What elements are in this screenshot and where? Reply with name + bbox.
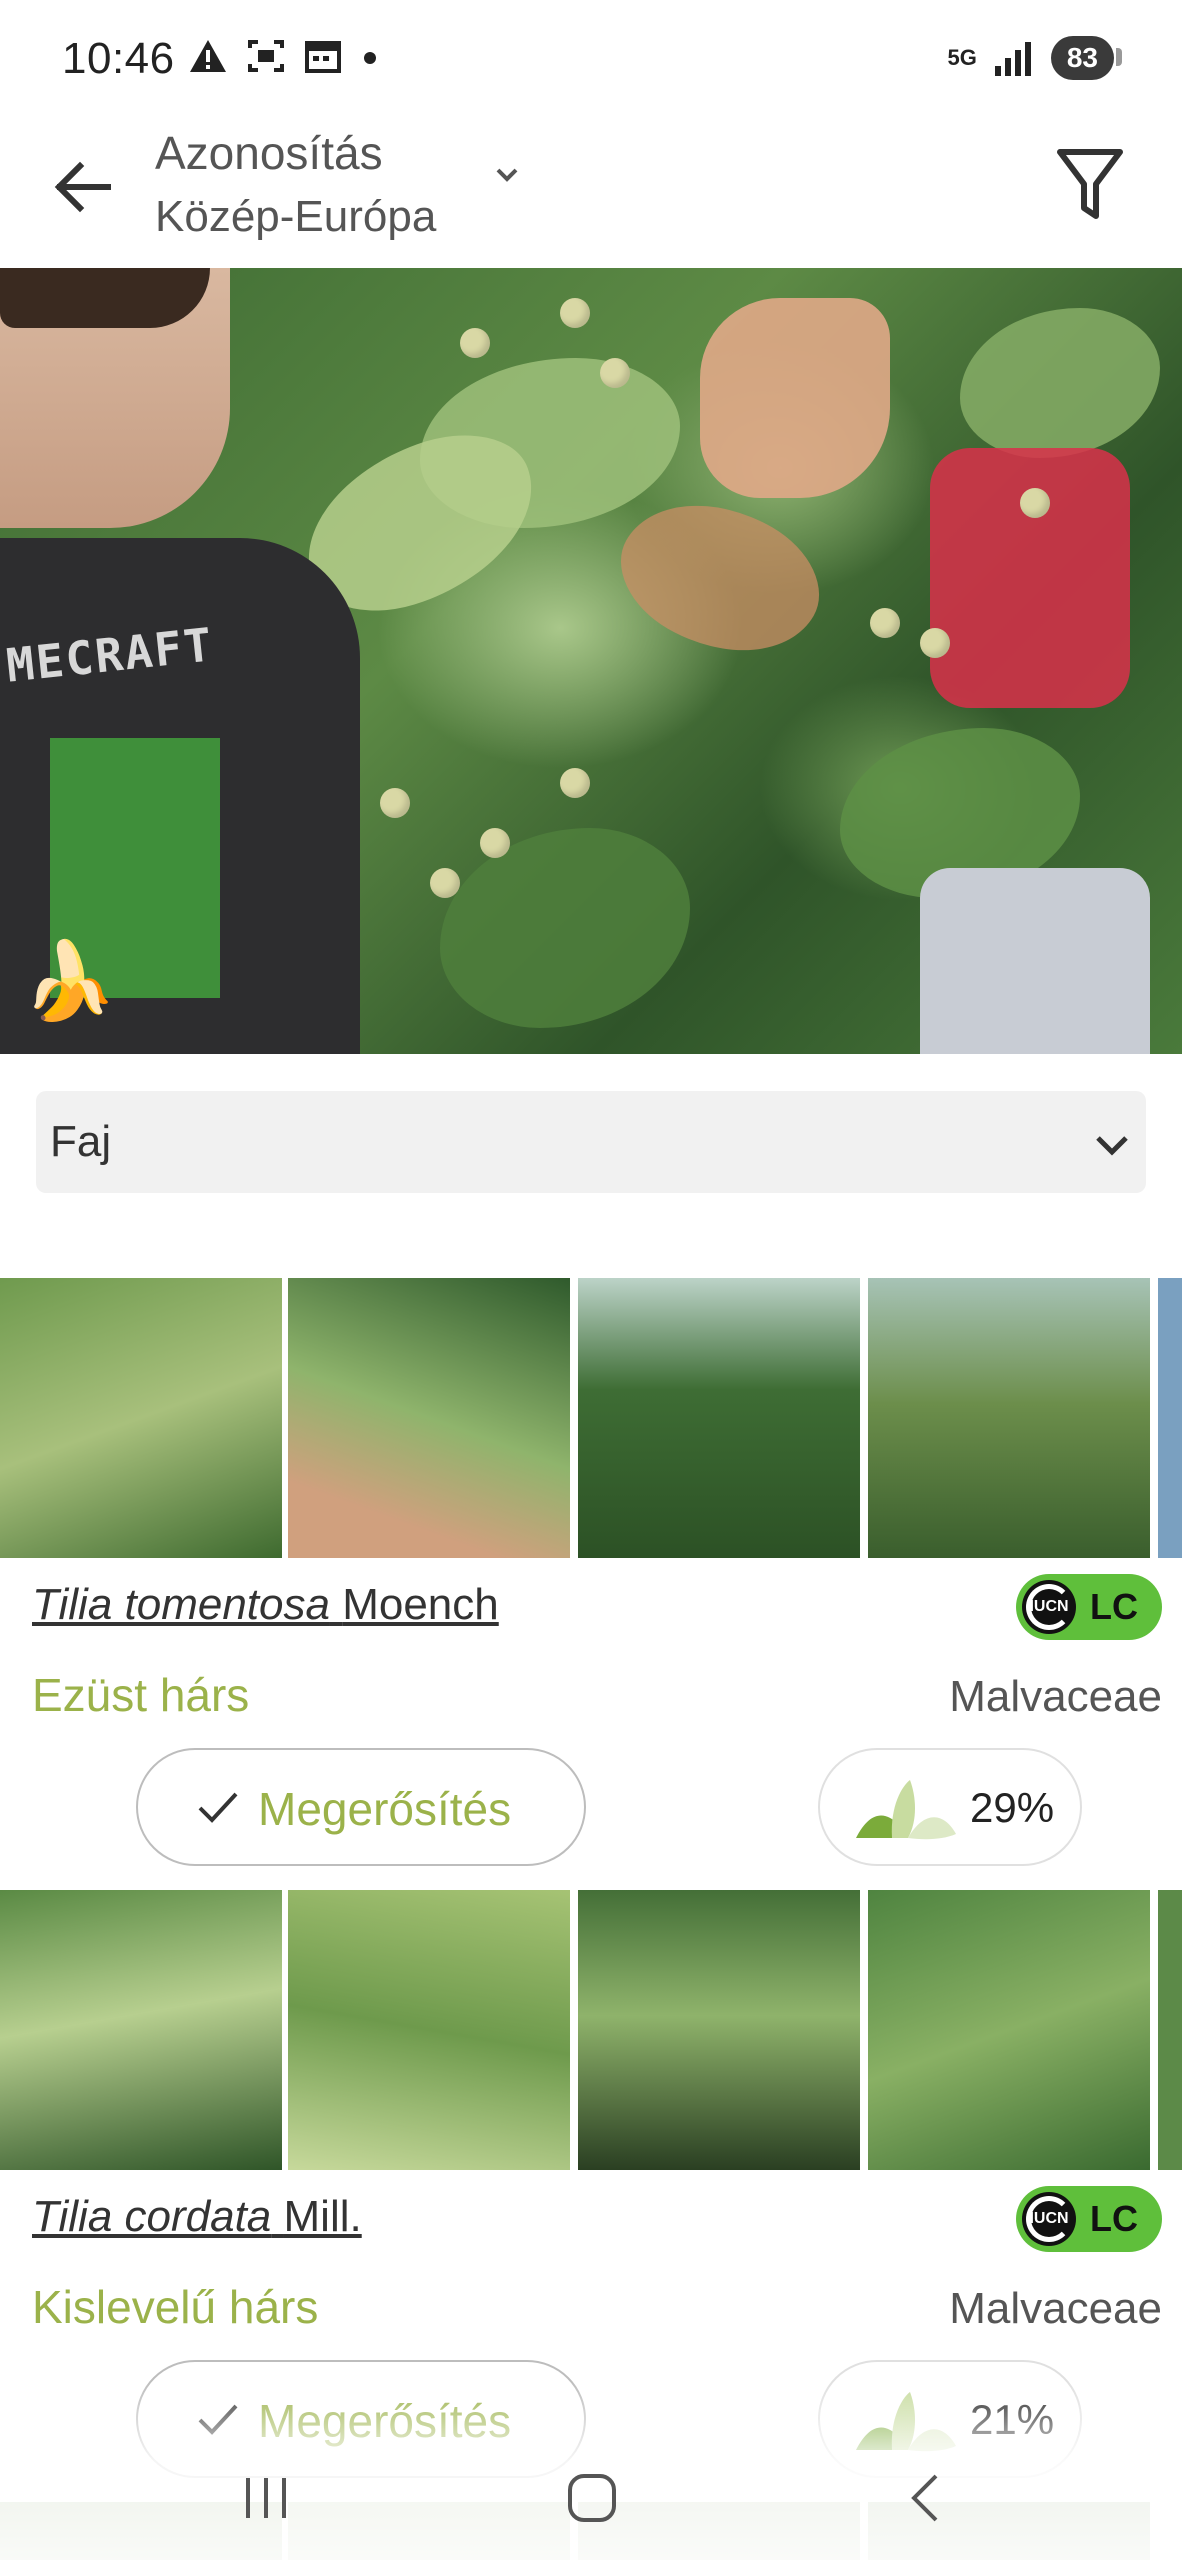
- fruit-shape: [920, 628, 950, 658]
- rank-dropdown[interactable]: Faj: [36, 1091, 1146, 1193]
- reference-image[interactable]: [868, 1890, 1150, 2170]
- confirm-button-label: Megerősítés: [258, 1783, 512, 1835]
- status-icons-left: [188, 38, 380, 74]
- person-hair: [0, 268, 210, 328]
- reference-image[interactable]: [288, 1278, 570, 1558]
- reference-image[interactable]: [0, 1890, 282, 2170]
- red-shirt-shape: [930, 448, 1130, 708]
- score-badge[interactable]: 29%: [818, 1748, 1082, 1866]
- reference-images[interactable]: [0, 1278, 1182, 1558]
- scientific-name[interactable]: Tilia cordata Mill.: [32, 2192, 362, 2242]
- check-icon: [198, 2404, 238, 2435]
- status-bar: 10:46 5G 83: [0, 0, 1182, 120]
- fruit-shape: [600, 358, 630, 388]
- reference-images[interactable]: [0, 1890, 1182, 2170]
- rank-dropdown-value: Faj: [50, 1117, 112, 1166]
- fruit-shape: [460, 328, 490, 358]
- signal-icon: [994, 42, 1031, 76]
- reference-image[interactable]: [1158, 1278, 1182, 1558]
- family-name: Malvaceae: [949, 1672, 1162, 1721]
- region-subtitle[interactable]: Közép-Európa: [155, 192, 436, 242]
- chevron-down-icon: [1096, 1136, 1128, 1156]
- battery-indicator: 83: [1050, 36, 1123, 80]
- home-icon[interactable]: [562, 2468, 622, 2528]
- reference-image[interactable]: [288, 1890, 570, 2170]
- scientific-name-binomial: Tilia cordata: [32, 2192, 272, 2241]
- banana-icon[interactable]: 🍌: [22, 936, 117, 1026]
- leaf-shape: [440, 828, 690, 1028]
- reference-image[interactable]: [1158, 1890, 1182, 2170]
- system-nav-bar: [0, 2440, 1182, 2560]
- leaf-shape: [960, 308, 1160, 458]
- observation-photo[interactable]: MECRAFT 🍌: [0, 268, 1182, 1054]
- status-icons-right: 5G 83: [947, 36, 1123, 80]
- fruit-shape: [560, 298, 590, 328]
- iucn-logo: IUCN: [1022, 2192, 1076, 2246]
- family-name: Malvaceae: [949, 2284, 1162, 2333]
- leaf-shape: [598, 467, 842, 689]
- fruit-shape: [430, 868, 460, 898]
- fruit-shape: [870, 608, 900, 638]
- score-value: 21%: [970, 2396, 1055, 2443]
- scientific-name-author: Mill.: [283, 2192, 362, 2241]
- app-bar: Azonosítás Közép-Európa: [0, 120, 1182, 268]
- iucn-status: LC: [1090, 1586, 1138, 1627]
- dot-icon: [364, 52, 376, 64]
- reference-image[interactable]: [578, 1890, 860, 2170]
- network-type: 5G: [947, 45, 977, 70]
- fruit-shape: [560, 768, 590, 798]
- warning-icon: [190, 40, 226, 72]
- fruit-shape: [1020, 488, 1050, 518]
- fruit-shape: [480, 828, 510, 858]
- iucn-status: LC: [1090, 2198, 1138, 2239]
- plantnet-leaf-icon: [856, 1780, 956, 1840]
- iucn-logo: IUCN: [1022, 1580, 1076, 1634]
- hand-shape: [700, 298, 890, 498]
- scientific-name-author: Moench: [342, 1580, 499, 1629]
- scientific-name-binomial: Tilia tomentosa: [32, 1580, 330, 1629]
- check-icon: [198, 1792, 238, 1823]
- fruit-shape: [380, 788, 410, 818]
- score-value: 29%: [970, 1784, 1055, 1831]
- arrow-back-icon[interactable]: [48, 152, 118, 222]
- common-name: Ezüst hárs: [32, 1669, 250, 1721]
- chevron-down-icon[interactable]: [492, 160, 522, 190]
- reference-image[interactable]: [578, 1278, 860, 1558]
- screenshot-icon: [248, 40, 284, 72]
- reference-image[interactable]: [868, 1278, 1150, 1558]
- scientific-name[interactable]: Tilia tomentosa Moench: [32, 1580, 499, 1630]
- confirm-button[interactable]: Megerősítés: [136, 1748, 586, 1866]
- back-nav-icon[interactable]: [898, 2468, 958, 2528]
- jeans-shape: [920, 868, 1150, 1054]
- status-time: 10:46: [62, 34, 175, 83]
- calendar-icon: [305, 41, 341, 73]
- shirt-text: MECRAFT: [3, 617, 217, 693]
- recent-apps-icon[interactable]: [236, 2468, 296, 2528]
- iucn-badge[interactable]: IUCN LC: [1016, 2186, 1162, 2252]
- reference-image[interactable]: [0, 1278, 282, 1558]
- iucn-badge[interactable]: IUCN LC: [1016, 1574, 1162, 1640]
- page-title[interactable]: Azonosítás: [155, 126, 383, 180]
- filter-icon[interactable]: [1054, 144, 1126, 224]
- common-name: Kislevelű hárs: [32, 2281, 319, 2333]
